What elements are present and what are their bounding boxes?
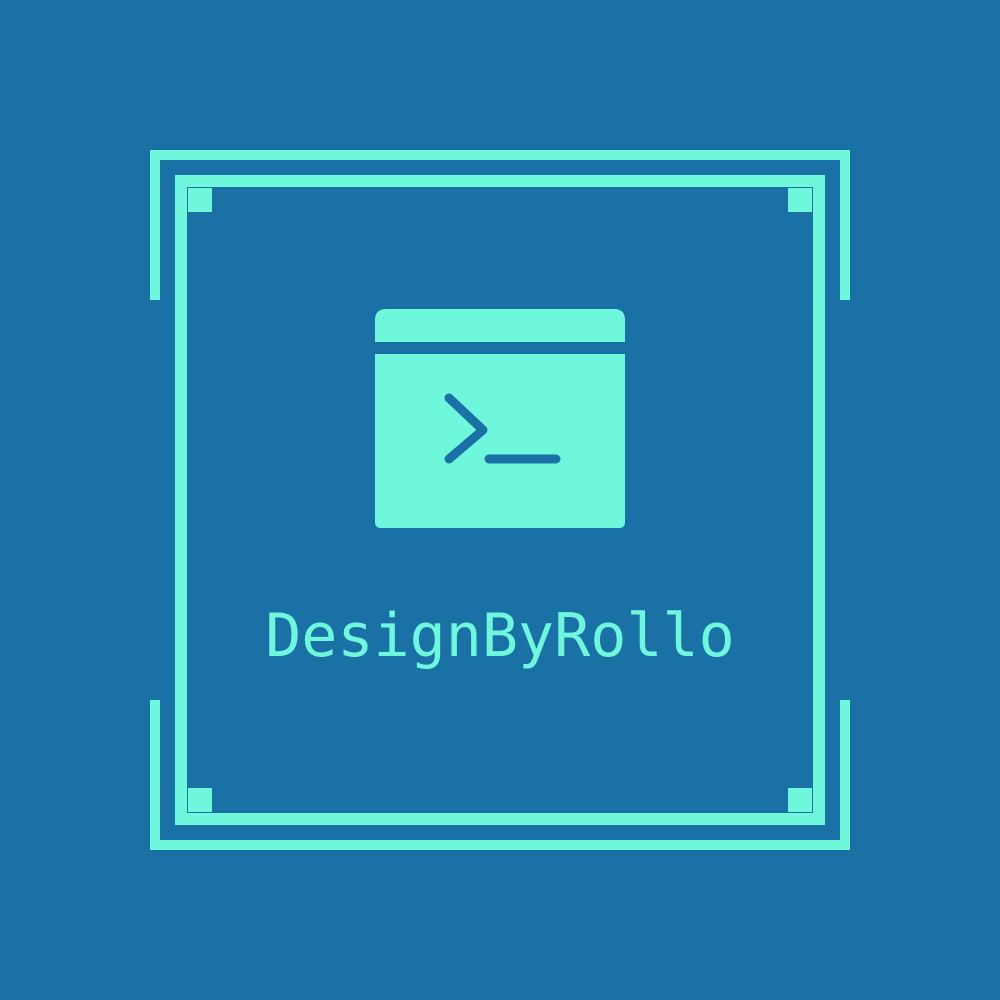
terminal-window-icon [375,309,625,528]
logo-frame [150,150,850,850]
brand-name: DesignByRollo [265,601,735,671]
corner-square-bottom-right [788,788,812,812]
corner-square-bottom-left [188,788,212,812]
corner-square-top-right [788,188,812,212]
corner-square-top-left [188,188,212,212]
